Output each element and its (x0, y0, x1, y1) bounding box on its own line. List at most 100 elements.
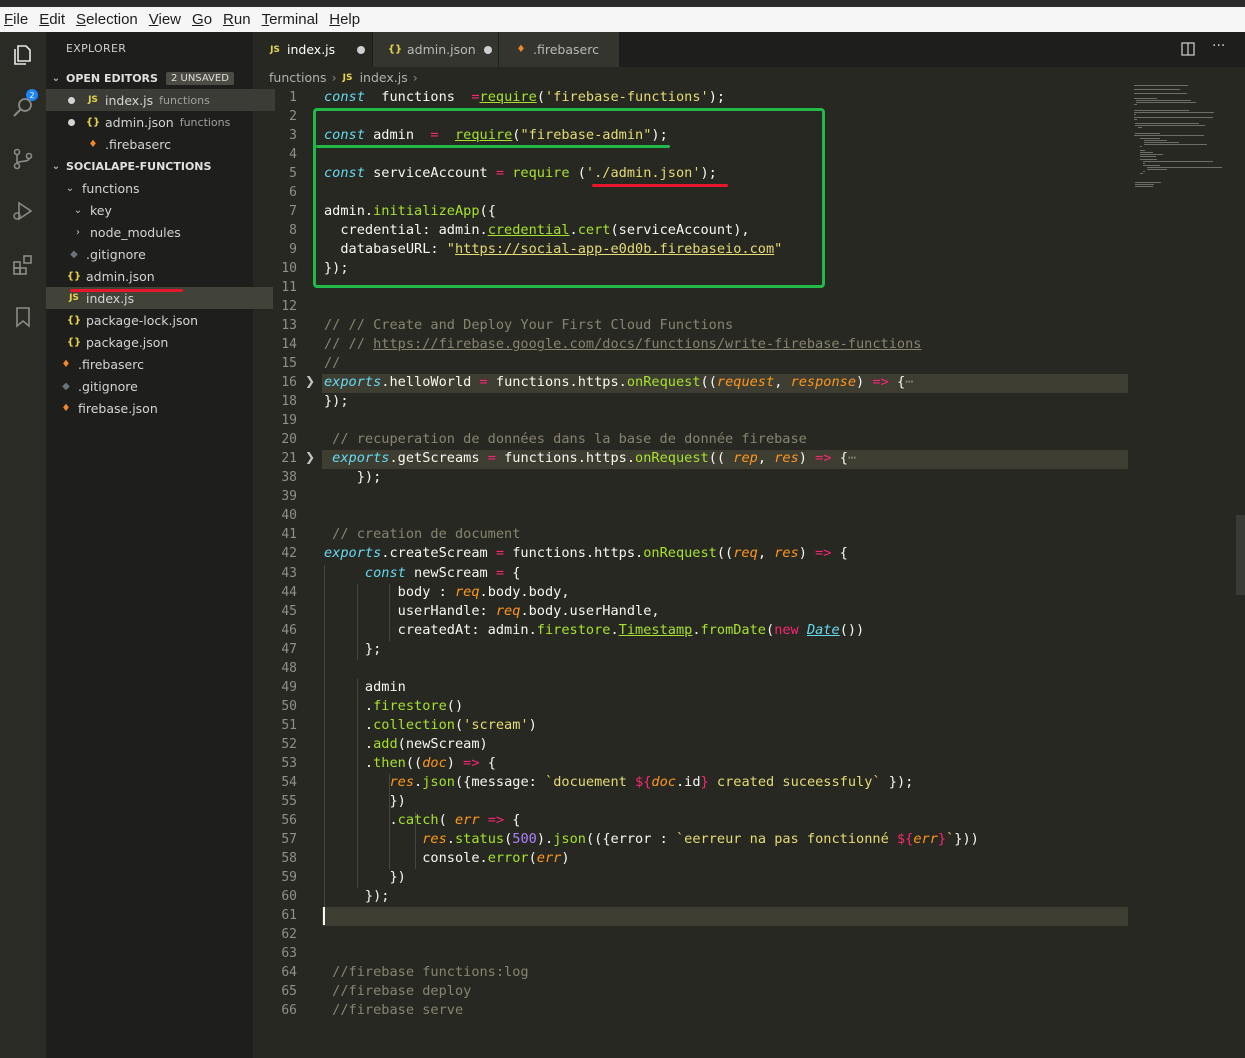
code-line: }); (324, 393, 349, 409)
extensions-icon[interactable] (8, 250, 38, 280)
code-line: console.error(err) (324, 850, 569, 866)
code-token: `docuement (545, 773, 636, 790)
code-token: ( (536, 89, 545, 105)
open-editors-header[interactable]: ⌄ OPEN EDITORS 2 UNSAVED (46, 67, 253, 89)
search-icon[interactable] (8, 92, 38, 122)
line-number: 13 (281, 318, 297, 334)
code-token: ) (798, 450, 816, 467)
menu-edit[interactable]: Edit (39, 11, 65, 28)
code-token: ⋯ (847, 450, 857, 467)
code-line: }) (324, 869, 405, 885)
code-token: err (913, 830, 938, 847)
project-header[interactable]: ⌄ SOCIALAPE-FUNCTIONS (46, 155, 253, 177)
open-editor-item[interactable]: {} admin.json functions (46, 111, 275, 133)
tree-folder-key[interactable]: ⌄ key (46, 199, 277, 221)
tab-index-js[interactable]: JS index.js (253, 32, 372, 67)
menu-help[interactable]: Help (329, 11, 360, 28)
line-number: 61 (281, 907, 297, 923)
code-token: onRequest (626, 374, 701, 391)
tree-folder-functions[interactable]: ⌄ functions (46, 177, 269, 199)
menu-go[interactable]: Go (192, 11, 212, 28)
fold-chevron-icon[interactable]: ❯ (305, 374, 315, 388)
window-top-strip (0, 0, 1245, 7)
js-file-icon: JS (270, 44, 280, 55)
code-token: }) (324, 792, 406, 809)
code-line: // // https://firebase.google.com/docs/f… (324, 336, 921, 352)
tree-file[interactable]: ♦ firebase.json (46, 397, 265, 419)
code-token: { (479, 754, 496, 771)
breadcrumb-file[interactable]: index.js (360, 70, 408, 85)
menu-run[interactable]: Run (223, 11, 251, 28)
code-token: functions.https. (487, 374, 627, 391)
tree-file[interactable]: ◆ .gitignore (46, 243, 273, 265)
current-line-highlight (322, 906, 1128, 926)
code-line: exports.createScream = functions.https.o… (324, 545, 848, 561)
breadcrumb: functions › JS index.js › (269, 70, 418, 85)
annotation-red-underline (70, 289, 183, 292)
code-token: .helloWorld (381, 374, 480, 391)
line-number: 41 (281, 527, 297, 543)
js-file-icon: JS (69, 293, 79, 303)
split-editor-icon[interactable] (1181, 42, 1195, 60)
more-actions-icon[interactable]: ··· (1212, 38, 1225, 54)
code-token: // // (324, 336, 374, 353)
minimap-line (1142, 171, 1145, 173)
bookmark-icon[interactable] (8, 302, 38, 332)
line-number: 66 (281, 1002, 297, 1018)
code-token: // creation de document (324, 526, 521, 543)
editor-scrollbar[interactable] (1236, 515, 1245, 595)
code-token: (( (405, 754, 423, 771)
explorer-icon[interactable] (8, 40, 38, 70)
code-token: = (495, 545, 505, 562)
breadcrumb-folder[interactable]: functions (269, 70, 327, 85)
code-token: => (463, 754, 480, 771)
code-token: require (479, 89, 537, 105)
code-line: }) (324, 792, 406, 809)
tree-file[interactable]: {} package.json (46, 331, 273, 353)
minimap-line (1135, 122, 1199, 124)
code-token: 'scream' (463, 716, 529, 733)
source-control-icon[interactable] (8, 144, 38, 174)
minimap-line (1134, 116, 1214, 118)
tree-file[interactable]: {} package-lock.json (46, 309, 273, 331)
menu-terminal[interactable]: Terminal (262, 11, 319, 28)
tree-file[interactable]: ◆ .gitignore (46, 375, 265, 397)
code-line: body : req.body.body, (324, 584, 570, 600)
minimap[interactable] (1134, 85, 1232, 195)
minimap-line (1134, 93, 1187, 95)
code-token: // recuperation de données dans la base … (324, 431, 807, 448)
code-token: req (495, 602, 521, 619)
menu-view[interactable]: View (149, 11, 181, 28)
code-token: ⋯ (905, 374, 914, 391)
code-token: = (479, 374, 488, 391)
code-line: const newScream = { (324, 564, 521, 581)
line-number: 47 (281, 641, 297, 657)
line-number: 9 (289, 242, 297, 258)
code-token: => (872, 374, 889, 391)
run-debug-icon[interactable] (8, 196, 38, 226)
menu-file[interactable]: File (4, 11, 28, 28)
code-token: }); (324, 887, 390, 904)
code-token: { (504, 564, 521, 581)
gitignore-file-icon: ◆ (62, 380, 70, 392)
unsaved-dot-icon (357, 45, 366, 54)
minimap-line (1138, 127, 1142, 128)
code-token: ) (446, 754, 464, 771)
open-editor-item[interactable]: JS index.js functions (46, 89, 275, 111)
fold-chevron-icon[interactable]: ❯ (305, 450, 315, 464)
code-token: . (414, 773, 423, 790)
code-token: .createScream (381, 545, 496, 562)
minimap-line (1139, 156, 1156, 158)
tab-firebaserc[interactable]: ♦ .firebaserc (499, 32, 619, 67)
tree-folder-node-modules[interactable]: › node_modules (46, 221, 277, 243)
code-token: add (373, 735, 398, 752)
explorer-sidebar: EXPLORER ⌄ OPEN EDITORS 2 UNSAVED JS ind… (46, 32, 275, 1058)
tree-file[interactable]: ♦ .firebaserc (46, 353, 265, 375)
code-token: res (774, 545, 799, 562)
code-token: functions.https. (495, 450, 636, 467)
tree-file[interactable]: {} admin.json (46, 265, 273, 287)
code-token: . (324, 697, 374, 714)
tab-admin-json[interactable]: {} admin.json (373, 32, 498, 67)
menu-selection[interactable]: Selection (76, 11, 138, 28)
code-token: exports (324, 450, 390, 467)
